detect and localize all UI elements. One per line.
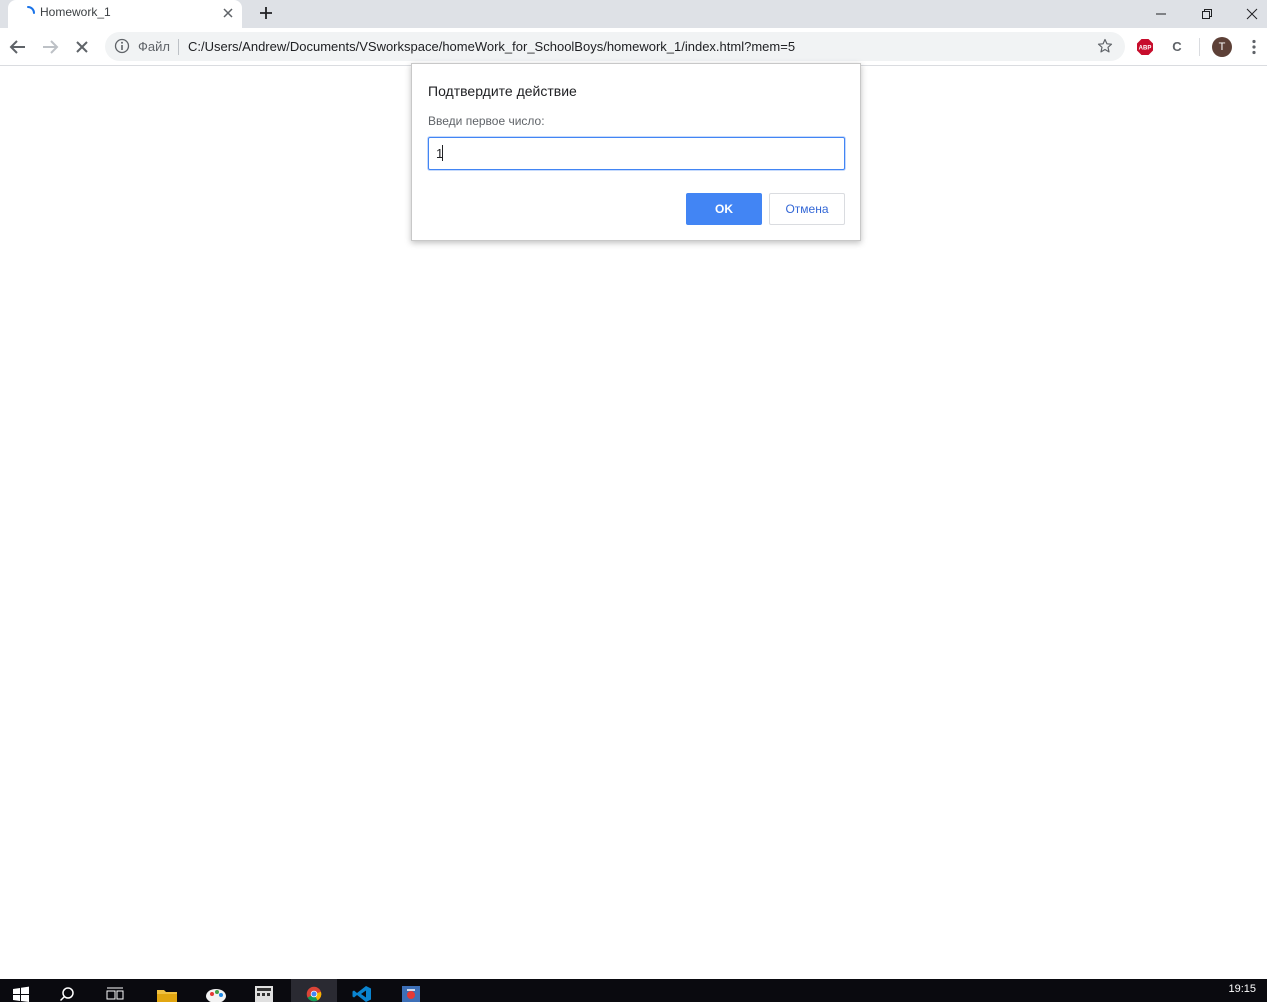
browser-toolbar: Файл C:/Users/Andrew/Documents/VSworkspa…: [0, 28, 1267, 66]
info-icon[interactable]: [114, 38, 130, 54]
taskbar-task-view[interactable]: [94, 979, 140, 1002]
taskbar-paint[interactable]: [193, 979, 239, 1002]
tab-title: Homework_1: [40, 5, 111, 19]
dialog-title: Подтвердите действие: [428, 83, 577, 99]
prompt-input[interactable]: [428, 137, 845, 170]
ok-button[interactable]: OK: [686, 193, 762, 225]
windows-taskbar: 19:15: [0, 979, 1267, 1002]
file-explorer-icon: [157, 990, 177, 1002]
browser-tab[interactable]: Homework_1: [8, 0, 242, 28]
address-bar[interactable]: Файл C:/Users/Andrew/Documents/VSworkspa…: [105, 32, 1125, 61]
vscode-icon: [352, 986, 371, 1002]
toolbar-divider: [1199, 38, 1200, 56]
cancel-button[interactable]: Отмена: [769, 193, 845, 225]
taskbar-calculator[interactable]: [242, 979, 288, 1002]
abp-label: ABP: [1139, 46, 1152, 52]
loading-spinner-icon: [20, 5, 36, 21]
c-extension-icon[interactable]: C: [1168, 38, 1186, 56]
adblock-extension-icon[interactable]: ABP: [1136, 38, 1154, 56]
forward-icon[interactable]: [39, 36, 61, 58]
taskbar-chrome[interactable]: [291, 979, 337, 1002]
search-icon: [59, 987, 74, 1002]
app-icon: [402, 986, 420, 1002]
taskbar-vscode[interactable]: [340, 979, 386, 1002]
back-icon[interactable]: [7, 36, 29, 58]
taskbar-app[interactable]: [389, 979, 435, 1002]
chrome-icon: [306, 986, 322, 1002]
text-caret: [442, 145, 443, 161]
dialog-message: Введи первое число:: [428, 114, 545, 128]
taskbar-search[interactable]: [47, 979, 93, 1002]
task-view-icon: [106, 987, 124, 1000]
minimize-icon[interactable]: [1138, 0, 1184, 28]
origin-chip[interactable]: Файл: [138, 39, 170, 54]
tab-strip: Homework_1: [0, 0, 1267, 28]
new-tab-icon[interactable]: [256, 3, 276, 23]
profile-avatar[interactable]: T: [1212, 37, 1232, 57]
bookmark-star-icon[interactable]: [1097, 38, 1113, 54]
restore-icon[interactable]: [1184, 0, 1230, 28]
taskbar-clock[interactable]: 19:15: [1228, 983, 1256, 995]
paint-icon: [206, 989, 226, 1002]
stop-loading-icon[interactable]: [71, 36, 93, 58]
close-tab-icon[interactable]: [220, 5, 236, 21]
url-text[interactable]: C:/Users/Andrew/Documents/VSworkspace/ho…: [188, 39, 795, 54]
calculator-icon: [255, 986, 273, 1002]
taskbar-file-explorer[interactable]: [144, 979, 190, 1002]
prompt-dialog: Подтвердите действие Введи первое число:…: [411, 63, 861, 241]
window-close-icon[interactable]: [1229, 0, 1267, 28]
omnibox-divider: [178, 39, 179, 55]
more-menu-icon[interactable]: [1244, 37, 1264, 57]
start-button[interactable]: [0, 979, 46, 1002]
start-icon: [13, 986, 29, 1002]
